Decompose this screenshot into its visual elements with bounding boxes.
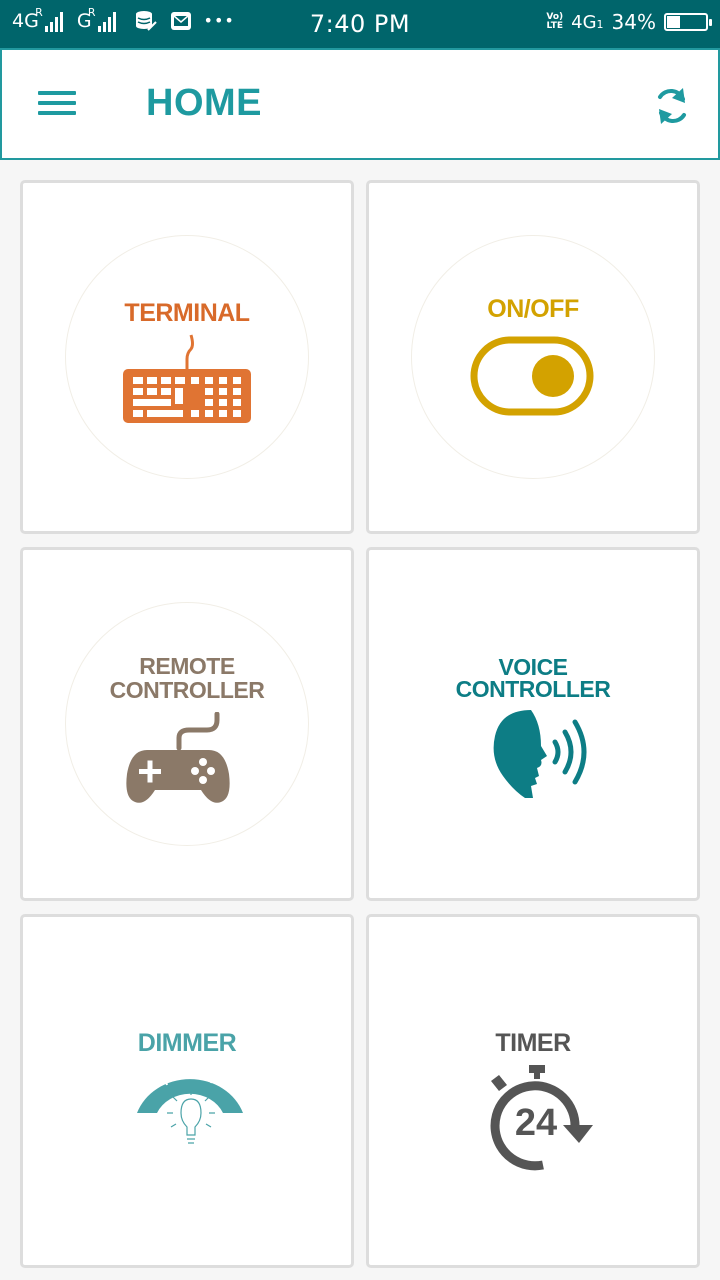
page-title: HOME — [146, 82, 262, 124]
volte-icon: Vo) LTE — [546, 12, 564, 31]
stopwatch-24-icon: 24 — [490, 1065, 593, 1171]
toggle-switch-icon — [470, 336, 594, 416]
app-bar: HOME — [0, 48, 720, 160]
tile-label-on-off: ON/OFF — [487, 295, 579, 323]
tile-label-dimmer: DIMMER — [137, 1029, 237, 1057]
status-bar: 4G R GR ••• 7:40 PM Vo) LTE 4G1 34% — [0, 0, 720, 48]
tile-timer[interactable]: TIMER 24 — [366, 914, 700, 1268]
tile-label-remote-controller: REMOTE CONTROLLER — [109, 653, 265, 703]
tile-dimmer[interactable]: DIMMER — [20, 914, 354, 1268]
battery-icon — [664, 13, 712, 31]
timer-24-label: 24 — [515, 1102, 557, 1144]
tile-terminal[interactable]: TERMINAL — [20, 180, 354, 534]
tile-label-terminal: TERMINAL — [124, 299, 250, 327]
refresh-icon[interactable] — [652, 84, 692, 128]
hamburger-menu-icon[interactable] — [38, 88, 78, 118]
gamepad-icon — [126, 712, 230, 803]
status-right-icons: Vo) LTE 4G1 34% — [546, 10, 712, 34]
battery-percent: 34% — [611, 10, 656, 34]
tile-voice-controller[interactable]: VOICE CONTROLLER — [366, 547, 700, 901]
tile-on-off[interactable]: ON/OFF — [366, 180, 700, 534]
tile-remote-controller[interactable]: REMOTE CONTROLLER — [20, 547, 354, 901]
lightbulb-dial-icon — [137, 1066, 243, 1144]
keyboard-icon — [123, 334, 251, 423]
data-network-icon: 4G1 — [571, 11, 604, 33]
battery-level — [667, 16, 680, 28]
speaking-head-icon — [493, 710, 587, 798]
tile-label-voice-controller: VOICE CONTROLLER — [455, 654, 611, 702]
tile-label-timer: TIMER — [495, 1029, 571, 1057]
